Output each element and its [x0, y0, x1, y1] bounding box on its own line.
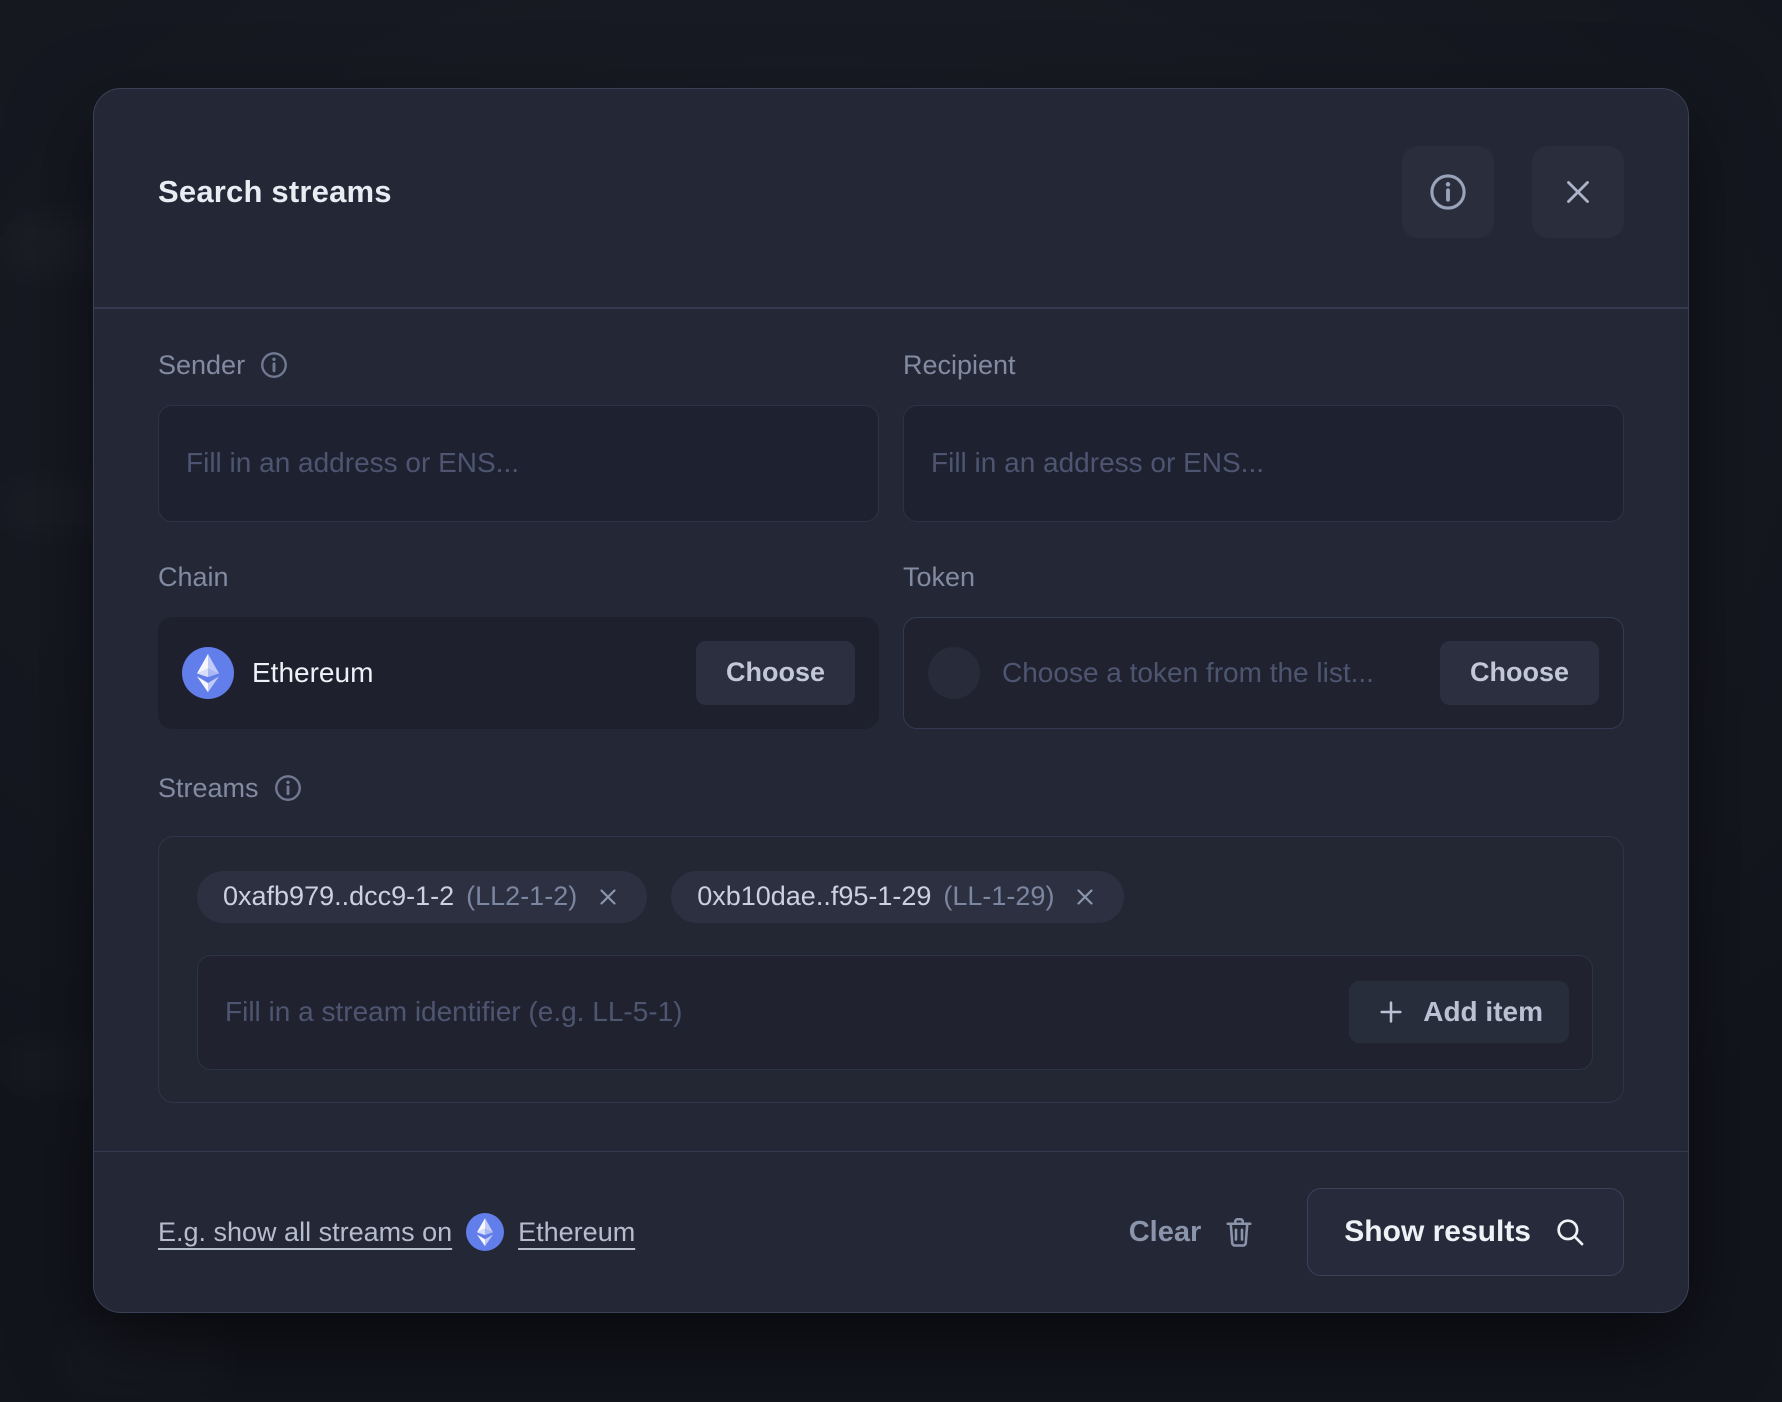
token-placeholder-circle: [928, 647, 980, 699]
plus-icon: [1375, 996, 1407, 1028]
streams-label: Streams: [158, 773, 259, 804]
chip-remove-button[interactable]: [595, 884, 621, 910]
modal-header: Search streams: [94, 89, 1688, 238]
info-button[interactable]: [1402, 146, 1494, 238]
stream-chips: 0xafb979..dcc9-1-2 (LL2-1-2): [197, 871, 1593, 923]
streams-field: Streams 0xafb979..dcc9-1-2 (LL2-1-2): [158, 773, 1624, 1103]
sender-label: Sender: [158, 350, 245, 381]
chip-remove-icon: [1072, 884, 1098, 910]
sender-field: Sender: [158, 350, 879, 522]
add-item-label: Add item: [1423, 996, 1543, 1028]
chain-field: Chain: [158, 562, 879, 729]
stream-chip-id: 0xb10dae..f95-1-29: [697, 881, 931, 912]
chain-select[interactable]: Ethereum Choose: [158, 617, 879, 729]
token-label: Token: [903, 562, 975, 593]
footer-actions: Clear Show results: [1129, 1188, 1624, 1276]
add-item-button[interactable]: Add item: [1349, 981, 1569, 1043]
close-icon: [1559, 173, 1597, 211]
background-blur-shape: [60, 1320, 230, 1400]
clear-label: Clear: [1129, 1216, 1202, 1249]
info-icon[interactable]: [259, 350, 289, 380]
stream-chip: 0xafb979..dcc9-1-2 (LL2-1-2): [197, 871, 647, 923]
chain-value: Ethereum: [252, 657, 373, 689]
info-icon[interactable]: [273, 773, 303, 803]
ethereum-icon: [182, 647, 234, 699]
stream-chip: 0xb10dae..f95-1-29 (LL-1-29): [671, 871, 1124, 923]
stream-chip-id: 0xafb979..dcc9-1-2: [223, 881, 454, 912]
stream-chip-alias: (LL2-1-2): [466, 881, 577, 912]
token-select[interactable]: Choose a token from the list... Choose: [903, 617, 1624, 729]
chip-remove-icon: [595, 884, 621, 910]
recipient-input[interactable]: [903, 405, 1624, 522]
info-icon: [1427, 171, 1469, 213]
token-field: Token Choose a token from the list... Ch…: [903, 562, 1624, 729]
search-form: Sender Recipient: [94, 309, 1688, 1103]
stream-input-row: Add item: [197, 955, 1593, 1070]
example-chain-link[interactable]: Ethereum: [518, 1217, 635, 1248]
chain-label: Chain: [158, 562, 229, 593]
search-icon: [1553, 1215, 1587, 1249]
trash-icon: [1221, 1214, 1257, 1250]
token-choose-button[interactable]: Choose: [1440, 641, 1599, 705]
search-streams-modal: Search streams: [93, 88, 1689, 1313]
recipient-label: Recipient: [903, 350, 1016, 381]
chip-remove-button[interactable]: [1072, 884, 1098, 910]
modal-title: Search streams: [158, 174, 392, 210]
close-button[interactable]: [1532, 146, 1624, 238]
show-all-streams-link[interactable]: E.g. show all streams on: [158, 1217, 452, 1248]
chain-choose-button[interactable]: Choose: [696, 641, 855, 705]
header-buttons: [1402, 146, 1624, 238]
sender-input[interactable]: [158, 405, 879, 522]
show-results-label: Show results: [1344, 1215, 1531, 1249]
example-link-row: E.g. show all streams on: [158, 1213, 635, 1251]
streams-box: 0xafb979..dcc9-1-2 (LL2-1-2): [158, 836, 1624, 1103]
page-background: Search streams: [0, 0, 1782, 1402]
ethereum-icon: [466, 1213, 504, 1251]
show-results-button[interactable]: Show results: [1307, 1188, 1624, 1276]
stream-chip-alias: (LL-1-29): [943, 881, 1054, 912]
token-placeholder-text: Choose a token from the list...: [1002, 657, 1374, 689]
clear-button[interactable]: Clear: [1129, 1214, 1258, 1250]
modal-footer: E.g. show all streams on: [94, 1151, 1688, 1312]
recipient-field: Recipient: [903, 350, 1624, 522]
